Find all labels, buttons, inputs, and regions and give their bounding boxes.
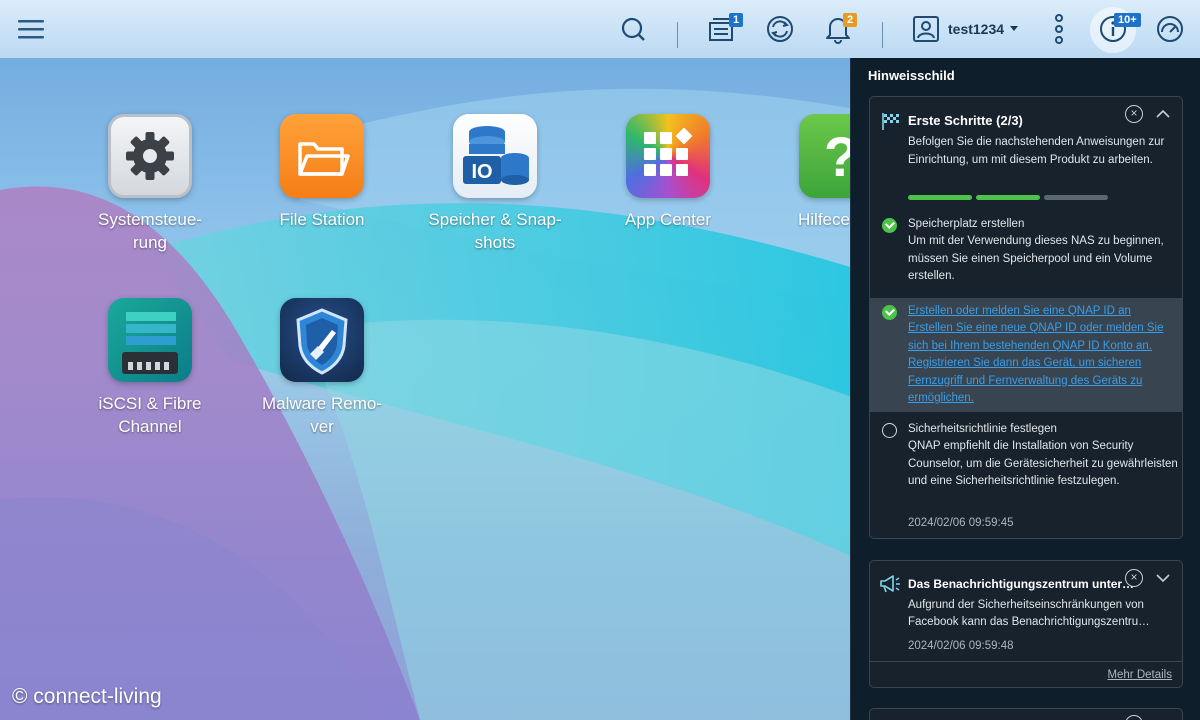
app-help-center[interactable]: ? Hilfece [756, 114, 850, 231]
app-label: Malware Remo- ver [262, 394, 382, 436]
megaphone-icon [880, 575, 900, 593]
chevron-down-icon[interactable] [1155, 570, 1171, 586]
top-bar: 1 2 test1234 10+ [0, 0, 1200, 58]
progress-segment-pending [1044, 195, 1108, 200]
step-storage[interactable]: Speicherplatz erstellen Um mit der Verwe… [870, 210, 1182, 286]
card-description: Befolgen Sie die nachstehenden Anweisung… [908, 136, 1165, 166]
step-qnap-id[interactable]: Erstellen oder melden Sie eine QNAP ID a… [870, 298, 1182, 412]
step-title: Sicherheitsrichtlinie festlegen [908, 423, 1057, 435]
dismiss-card-button[interactable]: × [1125, 105, 1143, 123]
card-timestamp: 2024/02/06 09:59:48 [908, 640, 1014, 652]
topbar-separator [882, 22, 883, 48]
user-menu[interactable]: test1234 [912, 0, 1024, 58]
shield-icon [280, 298, 364, 382]
card-title: Das Benachrichtigungszentrum unter… [908, 577, 1135, 591]
panel-title: Hinweisschild [868, 68, 955, 83]
app-label: Systemsteue- rung [98, 210, 202, 252]
app-iscsi-fibre-channel[interactable]: iSCSI & Fibre Channel [65, 298, 235, 438]
hamburger-icon [18, 20, 44, 39]
card-timestamp: 2024/02/06 09:59:45 [908, 517, 1014, 529]
tasks-badge: 1 [729, 13, 744, 27]
notifications-badge: 2 [843, 13, 858, 27]
topbar-separator [677, 22, 678, 48]
help-icon: ? [799, 114, 850, 198]
user-icon [913, 16, 939, 42]
app-file-station[interactable]: File Station [237, 114, 407, 231]
more-details-link[interactable]: Mehr Details [1107, 669, 1172, 681]
dashboard-gauge-icon [1157, 16, 1183, 42]
app-systemsteuerung[interactable]: Systemsteue- rung [65, 114, 235, 254]
info-center-button[interactable]: 10+ [1090, 0, 1141, 58]
more-options-button[interactable] [1046, 0, 1072, 58]
app-grid-icon [626, 114, 710, 198]
storage-icon: IO [453, 114, 537, 198]
check-circle-icon [882, 305, 897, 320]
progress-segment-done [976, 195, 1040, 200]
progress-segment-done [908, 195, 972, 200]
getting-started-card: Erste Schritte (2/3) × Befolgen Sie die … [869, 96, 1183, 539]
sync-icon [767, 16, 793, 42]
notification-panel: Hinweisschild Erste Schritte (2/3) × Bef… [850, 58, 1200, 720]
user-name: test1234 [948, 21, 1005, 37]
resource-monitor-button[interactable] [1152, 0, 1188, 58]
server-icon [108, 298, 192, 382]
notification-card-partial: × [869, 708, 1183, 720]
progress-bar [908, 195, 1108, 200]
watermark: © connect-living [12, 685, 162, 708]
app-label: App Center [625, 210, 711, 229]
app-label: Speicher & Snap- shots [428, 210, 562, 252]
card-divider [870, 661, 1182, 662]
app-label: iSCSI & Fibre Channel [98, 394, 202, 436]
notification-center-card: Das Benachrichtigungszentrum unter… × Au… [869, 560, 1183, 688]
card-body-line1: Aufgrund der Sicherheitseinschränkungen … [908, 599, 1144, 611]
svg-text:IO: IO [471, 161, 492, 183]
app-malware-remover[interactable]: Malware Remo- ver [237, 298, 407, 438]
background-tasks-button[interactable]: 1 [704, 0, 744, 58]
step-security-policy[interactable]: Sicherheitsrichtlinie festlegen QNAP emp… [870, 419, 1182, 511]
app-label: Hilfece [798, 210, 850, 229]
step-title: Speicherplatz erstellen [908, 218, 1025, 230]
checkered-flag-icon [882, 113, 899, 130]
app-speicher-snapshots[interactable]: IO Speicher & Snap- shots [410, 114, 580, 254]
app-app-center[interactable]: App Center [583, 114, 753, 231]
notifications-button[interactable]: 2 [820, 0, 858, 58]
main-menu-button[interactable] [14, 0, 48, 58]
step-body: Um mit der Verwendung dieses NAS zu begi… [908, 235, 1164, 282]
svg-text:?: ? [824, 125, 850, 188]
search-button[interactable] [616, 0, 650, 58]
empty-circle-icon [882, 423, 897, 438]
sync-button[interactable] [762, 0, 798, 58]
info-badge: 10+ [1114, 13, 1141, 27]
chevron-up-icon[interactable] [1155, 106, 1171, 122]
app-label: File Station [279, 210, 365, 229]
card-body-line2: Facebook kann das Benachrichtigungszentr… [908, 616, 1150, 628]
vertical-dots-icon [1055, 14, 1063, 44]
check-circle-icon [882, 218, 897, 233]
step-body: QNAP empfiehlt die Installation von Secu… [908, 440, 1178, 487]
search-icon [621, 17, 645, 41]
dismiss-card-button[interactable]: × [1125, 569, 1143, 587]
folder-icon [280, 114, 364, 198]
step-title-link[interactable]: Erstellen oder melden Sie eine QNAP ID a… [908, 303, 1178, 321]
step-body-link[interactable]: Erstellen Sie eine neue QNAP ID oder mel… [908, 320, 1178, 408]
gear-icon [108, 114, 192, 198]
dismiss-card-button[interactable]: × [1125, 715, 1143, 720]
caret-down-icon [1010, 26, 1019, 31]
card-title: Erste Schritte (2/3) [908, 113, 1023, 128]
